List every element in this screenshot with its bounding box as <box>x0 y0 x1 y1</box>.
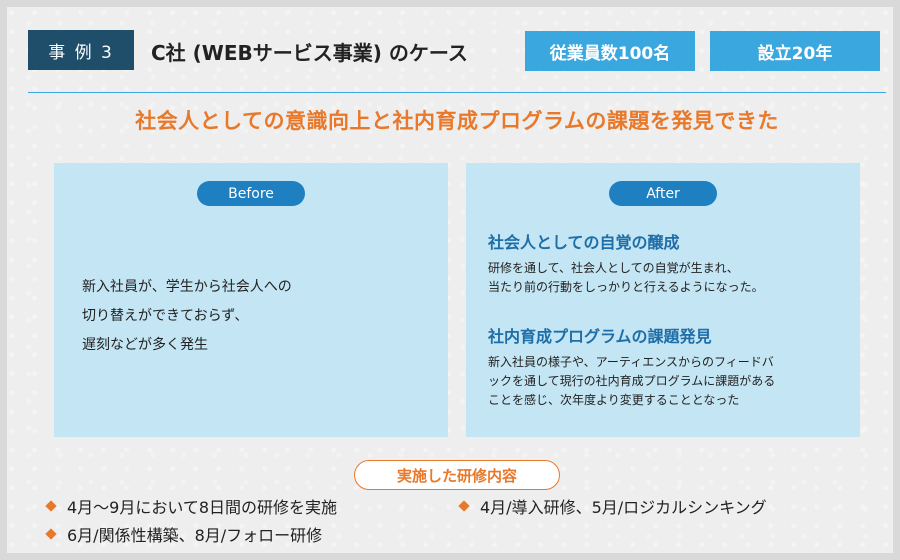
after-line: 研修を通して、社会人としての自覚が生まれ、 <box>488 261 739 275</box>
employee-count-badge: 従業員数100名 <box>525 31 695 71</box>
after-line: ックを通して現行の社内育成プログラムに課題がある <box>488 374 776 388</box>
training-item-text: 4月/導入研修、5月/ロジカルシンキング <box>480 498 767 517</box>
training-item: 6月/関係性構築、8月/フォロー研修 <box>45 522 323 546</box>
before-description: 新入社員が、学生から社会人への 切り替えができておらず、 遅刻などが多く発生 <box>82 273 292 360</box>
after-panel: After 社会人としての自覚の醸成 研修を通して、社会人としての自覚が生まれ、… <box>466 163 860 437</box>
case-card: 事 例 3 C社 (WEBサービス事業) のケース 従業員数100名 設立20年… <box>7 7 893 553</box>
after-heading-awareness: 社会人としての自覚の醸成 <box>488 233 680 252</box>
case-number-tag: 事 例 3 <box>28 30 134 70</box>
training-content-label: 実施した研修内容 <box>354 460 560 490</box>
before-panel: Before 新入社員が、学生から社会人への 切り替えができておらず、 遅刻など… <box>54 163 448 437</box>
before-line: 切り替えができておらず、 <box>82 308 249 324</box>
training-item: 4月/導入研修、5月/ロジカルシンキング <box>458 494 767 518</box>
after-body-awareness: 研修を通して、社会人としての自覚が生まれ、 当たり前の行動をしっかりと行えるよう… <box>488 259 764 297</box>
training-item-text: 6月/関係性構築、8月/フォロー研修 <box>67 526 323 545</box>
diamond-bullet-icon <box>45 500 57 512</box>
training-item: 4月～9月において8日間の研修を実施 <box>45 494 338 518</box>
before-line: 新入社員が、学生から社会人への <box>82 279 292 295</box>
after-body-program: 新入社員の様子や、アーティエンスからのフィードバ ックを通して現行の社内育成プロ… <box>488 353 775 410</box>
diamond-bullet-icon <box>458 500 470 512</box>
company-title: C社 (WEBサービス事業) のケース <box>151 40 468 65</box>
after-line: 新入社員の様子や、アーティエンスからのフィードバ <box>488 355 774 369</box>
case-headline: 社会人としての意識向上と社内育成プログラムの課題を発見できた <box>135 109 779 133</box>
before-line: 遅刻などが多く発生 <box>82 337 208 353</box>
after-line: ことを感じ、次年度より変更することとなった <box>488 393 740 407</box>
after-label: After <box>609 181 717 206</box>
after-line: 当たり前の行動をしっかりと行えるようになった。 <box>488 280 764 294</box>
after-heading-program: 社内育成プログラムの課題発見 <box>488 327 712 346</box>
header-divider <box>28 92 886 93</box>
diamond-bullet-icon <box>45 528 57 540</box>
founded-years-badge: 設立20年 <box>710 31 880 71</box>
before-label: Before <box>197 181 305 206</box>
training-item-text: 4月～9月において8日間の研修を実施 <box>67 498 338 517</box>
